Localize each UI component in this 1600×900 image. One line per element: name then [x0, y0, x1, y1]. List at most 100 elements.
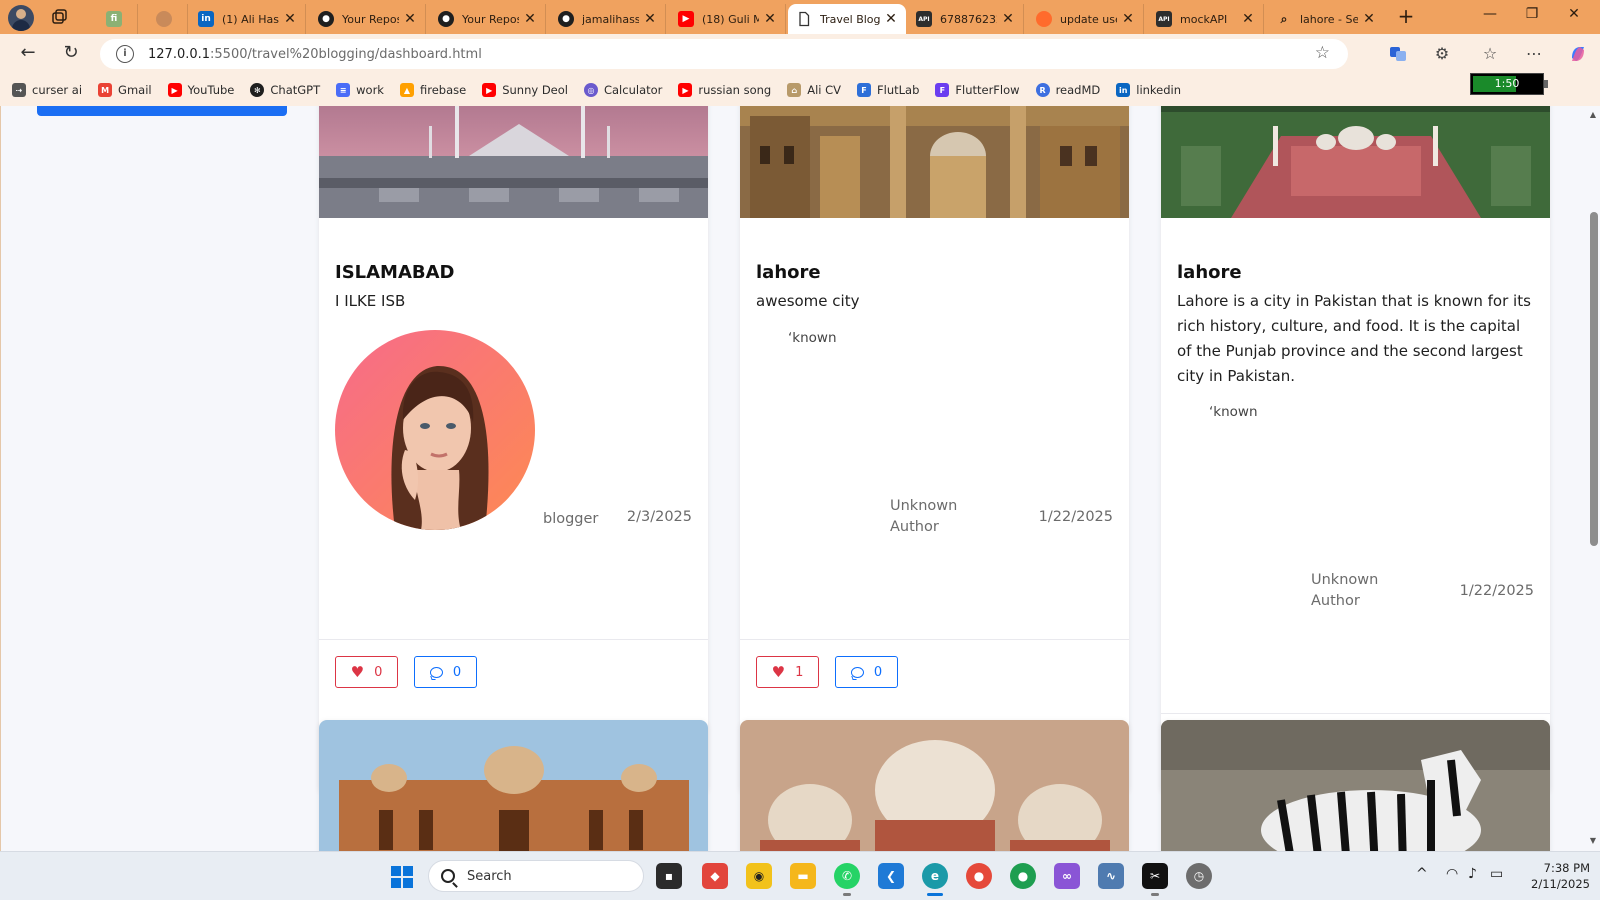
tab-mockapi[interactable]: API mockAPI ✕ [1148, 4, 1264, 34]
tab-api-id[interactable]: API 678876232 ✕ [908, 4, 1024, 34]
scrollbar-thumb[interactable] [1590, 212, 1598, 546]
site-info-icon[interactable]: i [116, 45, 134, 63]
bookmark-firebase[interactable]: ▲ firebase [399, 83, 466, 97]
chrome-icon[interactable]: ● [966, 863, 992, 889]
close-icon[interactable]: ✕ [1001, 11, 1015, 27]
bookmark-linkedin[interactable]: in linkedin [1116, 83, 1181, 97]
file-explorer-dark-icon[interactable]: ▪ [656, 863, 682, 889]
tab-youtube[interactable]: ▶ (18) Guli M ✕ [670, 4, 786, 34]
tab-update-user[interactable]: update use ✕ [1028, 4, 1144, 34]
tab-circle-app[interactable] [148, 4, 188, 34]
capcut-icon[interactable]: ✂ [1142, 863, 1168, 896]
minimize-button[interactable]: — [1478, 6, 1502, 28]
tab-lahore-search[interactable]: ⌕ lahore - Se ✕ [1268, 4, 1384, 34]
comment-button[interactable]: 0 [414, 656, 477, 688]
anydesk-icon[interactable]: ◆ [702, 863, 728, 889]
github-icon: ● [558, 11, 574, 27]
scroll-down-arrow-icon[interactable]: ▼ [1588, 836, 1598, 845]
new-tab-button[interactable]: + [1394, 5, 1418, 29]
performance-monitor-icon[interactable]: ∿ [1098, 863, 1124, 889]
bookmark-label: Gmail [118, 83, 152, 97]
close-icon[interactable]: ✕ [1241, 11, 1255, 27]
post-description: I ILKE ISB [335, 292, 406, 310]
bookmark-curser-ai[interactable]: ⇢ curser ai [12, 83, 82, 97]
visual-studio-icon[interactable]: ∞ [1054, 863, 1080, 889]
post-title: ISLAMABAD [335, 262, 455, 283]
show-hidden-icons-chevron-icon[interactable]: ^ [1416, 866, 1428, 882]
bookmark-work[interactable]: ≡ work [336, 83, 384, 97]
profile-avatar-icon[interactable] [8, 5, 34, 31]
scroll-up-arrow-icon[interactable]: ▲ [1588, 110, 1598, 119]
translate-icon[interactable] [1388, 44, 1408, 64]
broken-avatar-image: ʻknown [788, 330, 837, 346]
bookmark-calculator[interactable]: ◎ Calculator [583, 83, 662, 97]
tab-label: update use [1060, 12, 1117, 26]
youtube-icon: ▶ [678, 83, 693, 97]
copilot-icon[interactable] [1568, 44, 1588, 64]
like-button[interactable]: ♥ 0 [335, 656, 398, 688]
sidebar-button[interactable] [37, 106, 287, 116]
chat-app-icon[interactable]: ◉ [746, 863, 772, 889]
tab-github-profile[interactable]: ● jamalihass ✕ [550, 4, 666, 34]
tab-travel-blog[interactable]: Travel Blog ✕ [788, 4, 906, 34]
bookmark-youtube[interactable]: ▶ YouTube [167, 83, 235, 97]
comment-count: 0 [873, 664, 883, 680]
comment-button[interactable]: 0 [835, 656, 898, 688]
vscode-icon[interactable]: ❮ [878, 863, 904, 889]
bookmark-chatgpt[interactable]: ✻ ChatGPT [250, 83, 320, 97]
api-icon: API [916, 11, 932, 27]
volume-icon[interactable]: ♪ [1468, 866, 1477, 882]
bookmark-label: YouTube [187, 83, 235, 97]
calculator-icon: ◎ [583, 83, 598, 97]
reload-icon[interactable]: ↻ [59, 42, 83, 66]
tab-label: Travel Blog [820, 12, 880, 26]
curser-icon: ⇢ [12, 83, 26, 97]
battery-icon[interactable]: ▭ [1490, 866, 1503, 882]
tab-github-repos-1[interactable]: ● Your Repos ✕ [310, 4, 426, 34]
bookmark-russian-song[interactable]: ▶ russian song [678, 83, 771, 97]
clock-app-icon[interactable]: ◷ [1186, 863, 1212, 889]
wifi-icon[interactable]: ◠ [1446, 866, 1458, 882]
post-author: blogger [543, 511, 599, 527]
author-avatar [335, 330, 535, 530]
close-icon[interactable]: ✕ [1121, 11, 1135, 27]
vertical-scrollbar[interactable]: ▲ ▼ [1585, 106, 1600, 851]
file-explorer-icon[interactable]: ▬ [790, 863, 816, 889]
card-divider [740, 639, 1129, 640]
workspaces-icon[interactable] [50, 8, 68, 26]
post-card-next-2 [740, 720, 1129, 851]
close-icon[interactable]: ✕ [763, 11, 777, 27]
tab-github-repos-2[interactable]: ● Your Repos ✕ [430, 4, 546, 34]
bookmark-flutterflow[interactable]: F FlutterFlow [935, 83, 1020, 97]
favorites-icon[interactable]: ☆ [1480, 44, 1500, 64]
close-icon[interactable]: ✕ [523, 11, 537, 27]
whatsapp-icon[interactable]: ✆ [834, 863, 860, 896]
back-arrow-icon[interactable]: ← [16, 42, 40, 66]
close-icon[interactable]: ✕ [643, 11, 657, 27]
bookmark-flutlab[interactable]: F FlutLab [857, 83, 919, 97]
close-icon[interactable]: ✕ [283, 11, 297, 27]
edge-browser-icon[interactable]: e [922, 863, 948, 896]
tab-fiverr[interactable]: fi [98, 4, 138, 34]
youtube-icon: ▶ [167, 83, 182, 97]
close-icon[interactable]: ✕ [403, 11, 417, 27]
bookmark-readmd[interactable]: RreadMD [1035, 83, 1100, 97]
close-icon[interactable]: ✕ [1362, 11, 1376, 27]
search-icon [441, 869, 455, 883]
address-bar[interactable]: i 127.0.0.1:5500/travel%20blogging/dashb… [100, 39, 1348, 69]
bookmark-sunny-deol[interactable]: ▶ Sunny Deol [482, 83, 568, 97]
windows-start-icon[interactable] [391, 866, 413, 888]
close-window-button[interactable]: ✕ [1562, 6, 1586, 28]
close-icon[interactable]: ✕ [884, 11, 898, 27]
bookmark-gmail[interactable]: M Gmail [98, 83, 152, 97]
bookmark-ali-cv[interactable]: ⌂ Ali CV [787, 83, 841, 97]
chrome-dev-icon[interactable]: ● [1010, 863, 1036, 889]
tab-linkedin[interactable]: in (1) Ali Hass ✕ [190, 4, 306, 34]
taskbar-clock[interactable]: 7:38 PM 2/11/2025 [1510, 860, 1590, 892]
more-menu-icon[interactable]: ⋯ [1524, 44, 1544, 64]
extensions-icon[interactable]: ⚙ [1432, 44, 1452, 64]
restore-button[interactable]: ❐ [1520, 6, 1544, 28]
taskbar-search[interactable]: Search [428, 860, 644, 892]
like-button[interactable]: ♥ 1 [756, 656, 819, 688]
bookmark-star-icon[interactable]: ☆ [1315, 43, 1330, 63]
